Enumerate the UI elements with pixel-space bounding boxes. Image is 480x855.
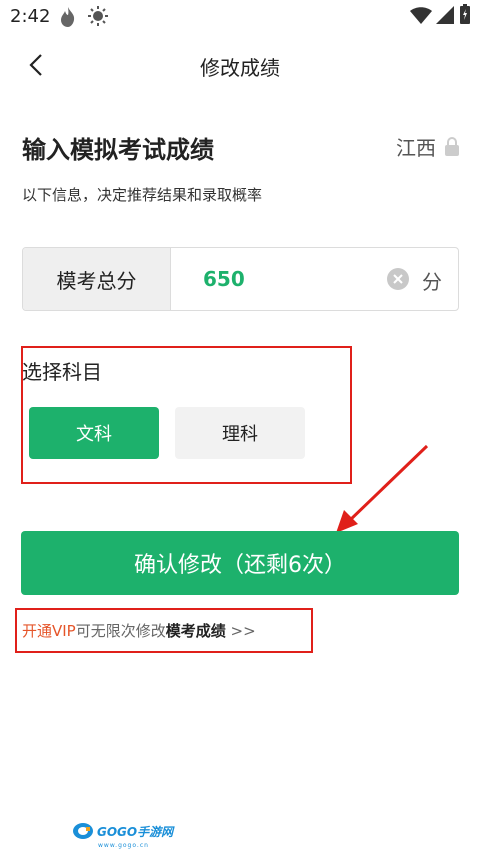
score-field: 模考总分 650 分 xyxy=(22,247,459,311)
page-title: 修改成绩 xyxy=(200,56,280,80)
subject-arts-button[interactable]: 文科 xyxy=(29,407,159,459)
vip-link[interactable]: 开通VIP xyxy=(22,622,76,640)
status-time: 2:42 xyxy=(10,6,51,27)
confirm-button[interactable]: 确认修改（还剩6次） xyxy=(21,531,459,595)
fire-icon xyxy=(58,6,78,32)
vip-text: 可无限次修改 xyxy=(75,622,166,640)
annotation-arrow-icon xyxy=(336,444,429,533)
gogo-logo-icon xyxy=(73,823,93,839)
vip-more-link[interactable]: >> xyxy=(226,622,256,640)
subject-science-button[interactable]: 理科 xyxy=(175,407,305,459)
battery-icon xyxy=(460,4,470,28)
watermark: GOGO手游网 xyxy=(72,822,173,840)
watermark-url: www.gogo.cn xyxy=(98,842,149,849)
wifi-icon xyxy=(410,6,432,28)
score-value[interactable]: 650 xyxy=(203,267,245,291)
region-selector: 江西 xyxy=(396,132,460,161)
score-label: 模考总分 xyxy=(23,248,171,310)
score-input[interactable]: 650 分 xyxy=(171,248,458,310)
vip-strong-text: 模考成绩 xyxy=(165,622,226,640)
subtitle: 以下信息，决定推荐结果和录取概率 xyxy=(22,186,263,204)
status-bar: 2:42 xyxy=(0,0,480,34)
section-heading: 输入模拟考试成绩 xyxy=(22,136,214,164)
score-unit: 分 xyxy=(422,270,442,294)
signal-icon xyxy=(436,6,454,28)
lock-icon xyxy=(445,136,459,156)
clear-icon[interactable] xyxy=(387,268,409,290)
vip-promo: 开通VIP可无限次修改模考成绩 >> xyxy=(22,620,256,641)
watermark-brand: GOGO手游网 xyxy=(97,824,174,839)
nav-bar: 修改成绩 xyxy=(0,40,480,90)
brightness-icon xyxy=(88,6,108,30)
subject-label: 选择科目 xyxy=(22,360,102,384)
region-label: 江西 xyxy=(396,136,436,160)
